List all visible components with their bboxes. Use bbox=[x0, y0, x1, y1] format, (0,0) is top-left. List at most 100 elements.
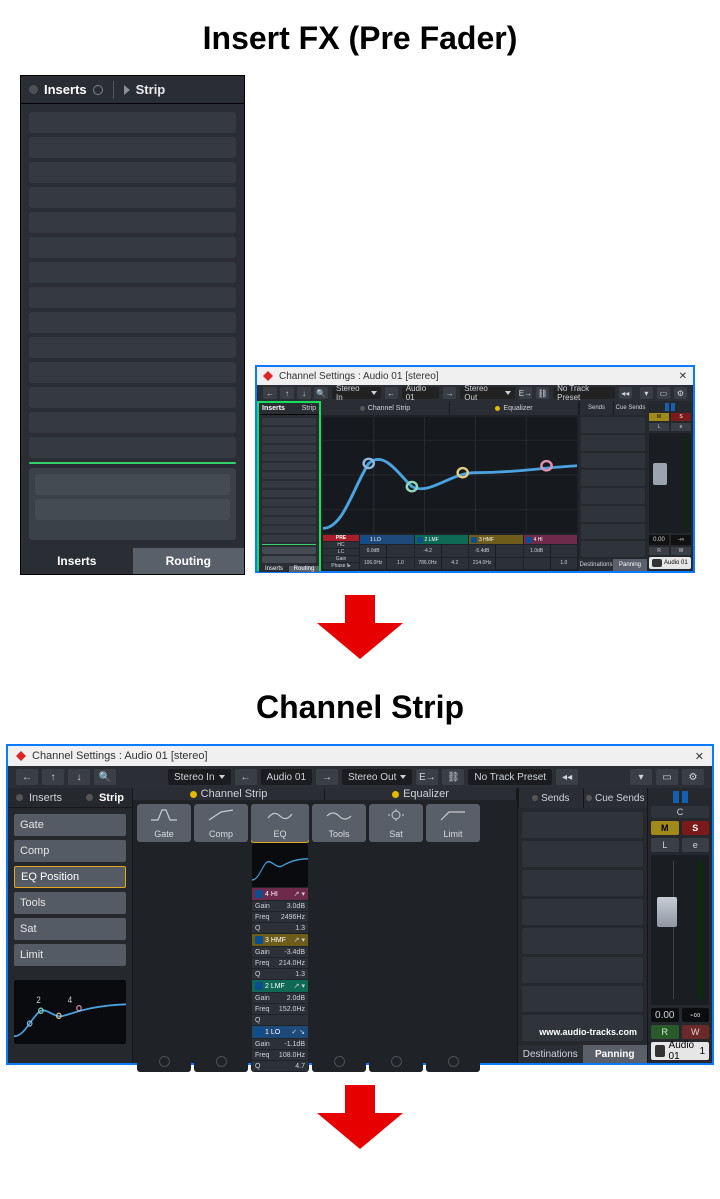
next-track-button[interactable]: → bbox=[443, 387, 456, 399]
mute-button[interactable]: M bbox=[651, 821, 679, 835]
functions-menu[interactable]: ▾ bbox=[630, 769, 652, 785]
send-slot[interactable] bbox=[522, 841, 643, 867]
band-freq[interactable]: 108.0Hz bbox=[276, 1050, 308, 1060]
edit-output-button[interactable]: E→ bbox=[519, 387, 532, 399]
band-on-toggle[interactable] bbox=[255, 982, 263, 990]
strip-item-tools[interactable]: Tools bbox=[14, 892, 126, 914]
input-routing-drop[interactable]: Stereo In bbox=[332, 387, 381, 399]
band-on-toggle[interactable] bbox=[471, 537, 477, 543]
tab-cue-sends[interactable]: Cue Sends bbox=[613, 401, 647, 415]
nav-down-button[interactable]: ↓ bbox=[68, 769, 90, 785]
gain-label[interactable]: Gain bbox=[323, 556, 359, 562]
insert-slot[interactable] bbox=[29, 112, 236, 133]
chain-icon[interactable]: ⛓ bbox=[536, 387, 549, 399]
strip-item-gate[interactable]: Gate bbox=[14, 814, 126, 836]
band-gain[interactable]: -3.4dB bbox=[280, 947, 308, 957]
peak-value[interactable]: -∞ bbox=[671, 535, 691, 545]
send-slot[interactable] bbox=[581, 417, 645, 433]
power-icon[interactable] bbox=[334, 1056, 345, 1067]
mute-button[interactable]: M bbox=[649, 413, 669, 421]
insert-slot[interactable] bbox=[29, 387, 236, 408]
read-button[interactable]: R bbox=[649, 547, 669, 555]
footer-tab-destinations[interactable]: Destinations bbox=[518, 1045, 583, 1063]
input-routing-drop[interactable]: Stereo In bbox=[168, 769, 231, 785]
insert-slot[interactable] bbox=[262, 445, 316, 452]
power-icon[interactable] bbox=[159, 1056, 170, 1067]
tab-inserts[interactable]: Inserts bbox=[29, 792, 62, 804]
insert-slot[interactable] bbox=[29, 187, 236, 208]
close-icon[interactable]: ✕ bbox=[695, 750, 704, 763]
send-slot[interactable] bbox=[581, 488, 645, 504]
pre-button[interactable]: PRE bbox=[323, 535, 359, 541]
footer-tab-panning[interactable]: Panning bbox=[613, 559, 647, 571]
close-icon[interactable]: ✕ bbox=[679, 371, 687, 382]
band-on-toggle[interactable] bbox=[362, 537, 368, 543]
track-name-drop[interactable]: Audio 01 bbox=[402, 387, 440, 399]
band-q[interactable]: 4.7 bbox=[280, 1061, 308, 1071]
fader-handle[interactable] bbox=[653, 463, 667, 485]
band-q[interactable]: 1.0 bbox=[387, 558, 413, 570]
peak-value[interactable]: -∞ bbox=[682, 1008, 710, 1022]
footer-tab-inserts[interactable]: Inserts bbox=[21, 548, 133, 574]
insert-slot[interactable] bbox=[29, 412, 236, 433]
tab-strip[interactable]: Strip bbox=[302, 405, 316, 412]
insert-slot[interactable] bbox=[262, 490, 316, 497]
band-q[interactable]: 1.3 bbox=[280, 923, 308, 933]
window-titlebar[interactable]: Channel Settings : Audio 01 [stereo] ✕ bbox=[8, 746, 712, 766]
send-slot[interactable] bbox=[522, 899, 643, 925]
band-freq[interactable]: 106.0Hz bbox=[360, 558, 387, 570]
fader-handle[interactable] bbox=[657, 897, 677, 927]
link-icon[interactable] bbox=[652, 559, 662, 567]
inserts-bypass-dot[interactable] bbox=[16, 794, 23, 801]
tab-strip[interactable]: Strip bbox=[99, 792, 124, 804]
insert-slot[interactable] bbox=[262, 472, 316, 479]
tab-sends[interactable]: Sends bbox=[518, 788, 583, 808]
output-routing-drop[interactable]: Stereo Out bbox=[460, 387, 514, 399]
solo-button[interactable]: S bbox=[682, 821, 710, 835]
listen-button[interactable]: L bbox=[649, 423, 669, 431]
band-freq[interactable]: 2496Hz bbox=[278, 912, 308, 922]
track-preset-drop[interactable]: No Track Preset bbox=[468, 769, 552, 785]
insert-slot[interactable] bbox=[29, 337, 236, 358]
band-gain[interactable]: 1.0dB bbox=[524, 545, 551, 557]
eq-preview[interactable] bbox=[252, 843, 308, 887]
insert-slot[interactable] bbox=[262, 418, 316, 425]
send-slot[interactable] bbox=[581, 435, 645, 451]
tab-equalizer[interactable]: Equalizer bbox=[325, 788, 517, 800]
eq-mini-display[interactable]: 24 bbox=[14, 980, 126, 1044]
send-slot[interactable] bbox=[522, 986, 643, 1012]
send-slot[interactable] bbox=[581, 453, 645, 469]
band-type-menu[interactable]: ↗ ▾ bbox=[294, 982, 305, 990]
tab-equalizer[interactable]: Equalizer bbox=[450, 401, 579, 415]
band-gain[interactable]: 0.0dB bbox=[360, 545, 387, 557]
edit-button[interactable]: e bbox=[671, 423, 691, 431]
power-icon[interactable] bbox=[448, 1056, 459, 1067]
chain-icon[interactable]: ⛓ bbox=[442, 769, 464, 785]
insert-slot-post[interactable] bbox=[262, 547, 316, 554]
insert-slot[interactable] bbox=[29, 262, 236, 283]
tab-inserts[interactable]: Inserts bbox=[44, 82, 87, 97]
insert-slot-post[interactable] bbox=[35, 499, 230, 520]
nav-up-button[interactable]: ↑ bbox=[280, 387, 294, 399]
insert-slot[interactable] bbox=[29, 237, 236, 258]
functions-menu[interactable]: ▾ bbox=[640, 387, 653, 399]
read-button[interactable]: R bbox=[651, 1025, 679, 1039]
footer-tab-routing[interactable]: Routing bbox=[133, 548, 245, 574]
footer-tab-panning[interactable]: Panning bbox=[583, 1045, 648, 1063]
tab-channel-strip[interactable]: Channel Strip bbox=[321, 401, 450, 415]
band-gain[interactable]: 3.0dB bbox=[280, 901, 308, 911]
footer-tab-routing[interactable]: Routing bbox=[289, 566, 319, 572]
preset-prev-button[interactable]: ◂◂ bbox=[619, 387, 632, 399]
band-on-toggle[interactable] bbox=[255, 890, 263, 898]
send-slot[interactable] bbox=[522, 957, 643, 983]
send-slot[interactable] bbox=[522, 812, 643, 838]
insert-slot[interactable] bbox=[29, 362, 236, 383]
send-slot[interactable] bbox=[522, 870, 643, 896]
eq-curve-display[interactable] bbox=[323, 417, 577, 533]
power-icon[interactable] bbox=[216, 1056, 227, 1067]
fader-value[interactable]: 0.00 bbox=[649, 535, 669, 545]
insert-slot[interactable] bbox=[29, 137, 236, 158]
inserts-bypass-dot[interactable] bbox=[29, 85, 38, 94]
insert-slot-post[interactable] bbox=[262, 556, 316, 563]
strip-item-eq-position[interactable]: EQ Position bbox=[14, 866, 126, 888]
